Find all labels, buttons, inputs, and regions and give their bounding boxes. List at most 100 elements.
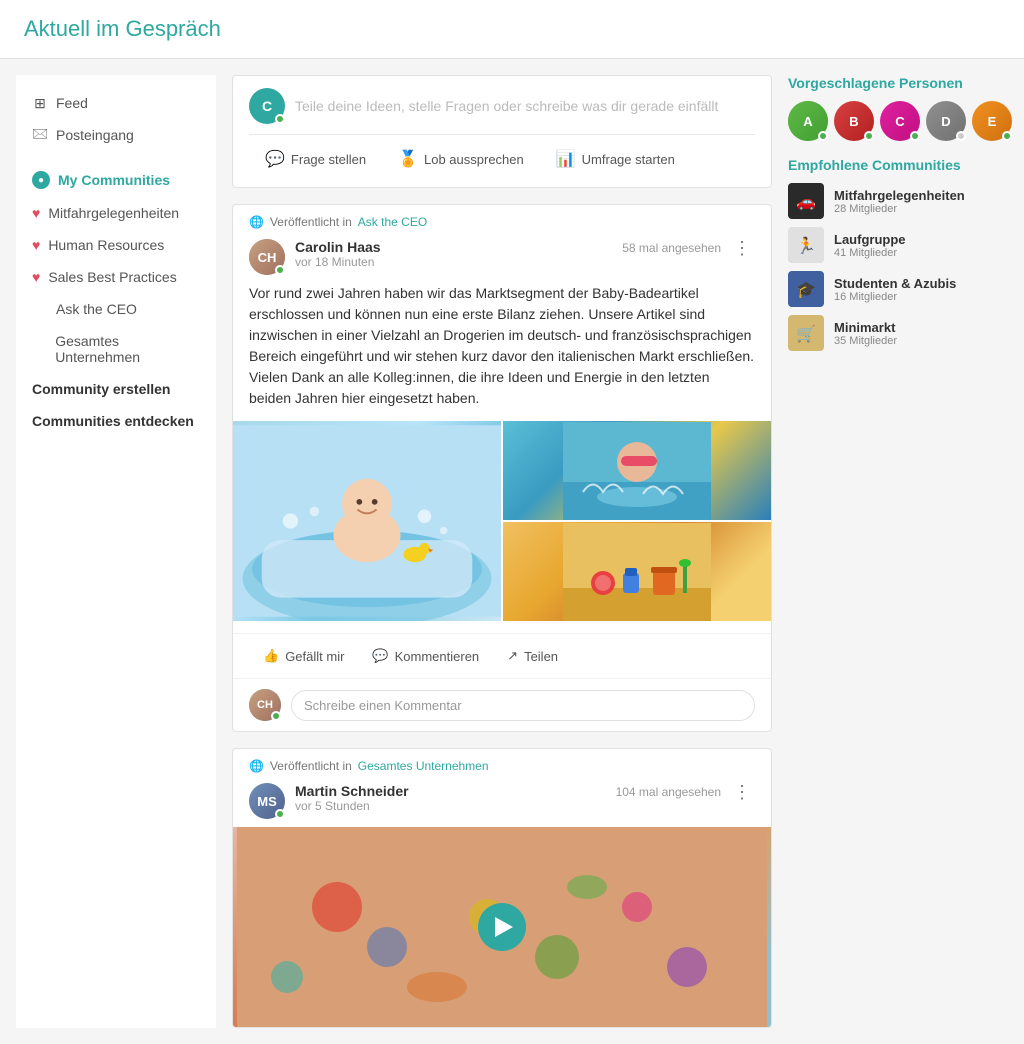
post-image-side-bottom (503, 522, 771, 621)
sidebar-item-sales-best-practices[interactable]: ♥ Sales Best Practices (16, 261, 216, 293)
post-card-1: 🌐 Veröffentlicht in Ask the CEO CH C (232, 204, 772, 732)
top-bar: Aktuell im Gespräch (0, 0, 1024, 59)
author-status-2 (275, 809, 285, 819)
community-item-2[interactable]: 🏃 Laufgruppe 41 Mitglieder (788, 227, 1008, 263)
status-dot-1 (818, 131, 828, 141)
play-icon (495, 917, 513, 937)
status-dot-5 (1002, 131, 1012, 141)
grid-icon: ⊞ (32, 95, 48, 111)
avatar-status (275, 114, 285, 124)
svg-text:🚗: 🚗 (796, 194, 816, 211)
heart-icon: ♥ (32, 205, 40, 221)
sidebar-item-communities-entdecken[interactable]: Communities entdecken (16, 405, 216, 437)
inbox-icon: 🖂 (32, 127, 48, 143)
sand-image (503, 522, 771, 621)
post-meta-1: 🌐 Veröffentlicht in Ask the CEO (233, 205, 771, 235)
post-meta-right-1: 58 mal angesehen ⋮ (622, 239, 755, 257)
recommended-communities-section: Empfohlene Communities 🚗 Mitfahrgelegenh… (788, 157, 1008, 351)
sidebar-item-mitfahrgelegenheiten[interactable]: ♥ Mitfahrgelegenheiten (16, 197, 216, 229)
composer-actions: 💬 Frage stellen 🏅 Lob aussprechen 📊 Umfr… (249, 134, 755, 175)
lob-aussprechen-button[interactable]: 🏅 Lob aussprechen (382, 143, 540, 175)
composer-avatar: C (249, 88, 285, 124)
suggested-avatar-1[interactable]: A (788, 101, 828, 141)
post-image-main (233, 421, 501, 621)
post-community-link[interactable]: Ask the CEO (358, 215, 427, 229)
app-container: Aktuell im Gespräch ⊞ Feed 🖂 Posteingang… (0, 0, 1024, 1044)
pool-image (503, 421, 771, 520)
sidebar-item-ask-the-ceo[interactable]: Ask the CEO (16, 293, 216, 325)
suggested-avatars: A B C (788, 101, 1008, 141)
chat-icon: 💬 (265, 149, 285, 169)
sidebar-item-feed[interactable]: ⊞ Feed (16, 87, 216, 119)
author-info-2: MS Martin Schneider vor 5 Stunden (249, 783, 409, 819)
like-button-1[interactable]: 👍 Gefällt mir (249, 642, 358, 670)
community-info-4: Minimarkt 35 Mitglieder (834, 320, 897, 347)
svg-text:🏃: 🏃 (796, 236, 816, 255)
suggested-title: Vorgeschlagene Personen (788, 75, 1008, 91)
comment-input-1[interactable]: Schreibe einen Kommentar (291, 690, 755, 721)
comment-button-1[interactable]: 💬 Kommentieren (358, 642, 493, 670)
community-info-2: Laufgruppe 41 Mitglieder (834, 232, 906, 259)
main-layout: ⊞ Feed 🖂 Posteingang ● My Communities ♥ … (0, 59, 1024, 1044)
sidebar-item-human-resources[interactable]: ♥ Human Resources (16, 229, 216, 261)
community-info-1: Mitfahrgelegenheiten 28 Mitglieder (834, 188, 965, 215)
author-details-1: Carolin Haas vor 18 Minuten (295, 239, 381, 269)
umfrage-starten-button[interactable]: 📊 Umfrage starten (540, 143, 691, 175)
post-body-1: Vor rund zwei Jahren haben wir das Markt… (233, 283, 771, 421)
community-item-1[interactable]: 🚗 Mitfahrgelegenheiten 28 Mitglieder (788, 183, 1008, 219)
community-info-3: Studenten & Azubis 16 Mitglieder (834, 276, 956, 303)
play-button[interactable] (478, 903, 526, 951)
community-list: 🚗 Mitfahrgelegenheiten 28 Mitglieder (788, 183, 1008, 351)
post-more-button-1[interactable]: ⋮ (729, 239, 755, 257)
poll-icon: 📊 (556, 149, 576, 169)
community-thumb-2: 🏃 (788, 227, 824, 263)
status-dot-3 (910, 131, 920, 141)
post-more-button-2[interactable]: ⋮ (729, 783, 755, 801)
communities-title: Empfohlene Communities (788, 157, 1008, 173)
comment-icon: 💬 (372, 648, 388, 664)
post-images-1 (233, 421, 771, 621)
globe-icon-2: 🌐 (249, 759, 264, 773)
post-card-2: 🌐 Veröffentlicht in Gesamtes Unternehmen… (232, 748, 772, 1028)
commenter-status (271, 711, 281, 721)
community-thumb-1: 🚗 (788, 183, 824, 219)
post-actions-1: 👍 Gefällt mir 💬 Kommentieren ↗ Teilen (233, 633, 771, 678)
suggested-avatar-4[interactable]: D (926, 101, 966, 141)
suggested-avatar-5[interactable]: E (972, 101, 1012, 141)
thumbs-up-icon: 👍 (263, 648, 279, 664)
composer-placeholder[interactable]: Teile deine Ideen, stelle Fragen oder sc… (295, 98, 718, 114)
heart-icon-hr: ♥ (32, 237, 40, 253)
status-dot-2 (864, 131, 874, 141)
right-sidebar: Vorgeschlagene Personen A B (788, 75, 1008, 1028)
svg-text:🛒: 🛒 (796, 324, 816, 343)
sidebar: ⊞ Feed 🖂 Posteingang ● My Communities ♥ … (16, 75, 216, 1028)
community-icon: ● (32, 171, 50, 189)
suggested-avatar-2[interactable]: B (834, 101, 874, 141)
commenter-avatar: CH (249, 689, 281, 721)
community-thumb-4: 🛒 (788, 315, 824, 351)
spacer-icon-1 (32, 301, 48, 317)
sidebar-item-community-erstellen[interactable]: Community erstellen (16, 373, 216, 405)
author-avatar-2: MS (249, 783, 285, 819)
comment-box-1: CH Schreibe einen Kommentar (233, 678, 771, 731)
post-meta-right-2: 104 mal angesehen ⋮ (616, 783, 755, 801)
page-title: Aktuell im Gespräch (24, 16, 1000, 42)
author-info-1: CH Carolin Haas vor 18 Minuten (249, 239, 381, 275)
post-author-row-2: MS Martin Schneider vor 5 Stunden 104 ma… (233, 779, 771, 827)
post-community-link-2[interactable]: Gesamtes Unternehmen (358, 759, 489, 773)
author-details-2: Martin Schneider vor 5 Stunden (295, 783, 409, 813)
community-item-4[interactable]: 🛒 Minimarkt 35 Mitglieder (788, 315, 1008, 351)
sidebar-item-inbox[interactable]: 🖂 Posteingang (16, 119, 216, 151)
frage-stellen-button[interactable]: 💬 Frage stellen (249, 143, 382, 175)
community-thumb-3: 🎓 (788, 271, 824, 307)
suggested-avatar-3[interactable]: C (880, 101, 920, 141)
share-button-1[interactable]: ↗ Teilen (493, 642, 572, 670)
spacer-icon-2 (32, 341, 47, 357)
baby-image (233, 421, 501, 621)
share-icon: ↗ (507, 648, 518, 664)
community-item-3[interactable]: 🎓 Studenten & Azubis 16 Mitglieder (788, 271, 1008, 307)
sidebar-item-my-communities[interactable]: ● My Communities (16, 163, 216, 197)
suggested-people-section: Vorgeschlagene Personen A B (788, 75, 1008, 141)
post-image-side-top (503, 421, 771, 520)
sidebar-item-gesamtes-unternehmen[interactable]: Gesamtes Unternehmen (16, 325, 216, 373)
